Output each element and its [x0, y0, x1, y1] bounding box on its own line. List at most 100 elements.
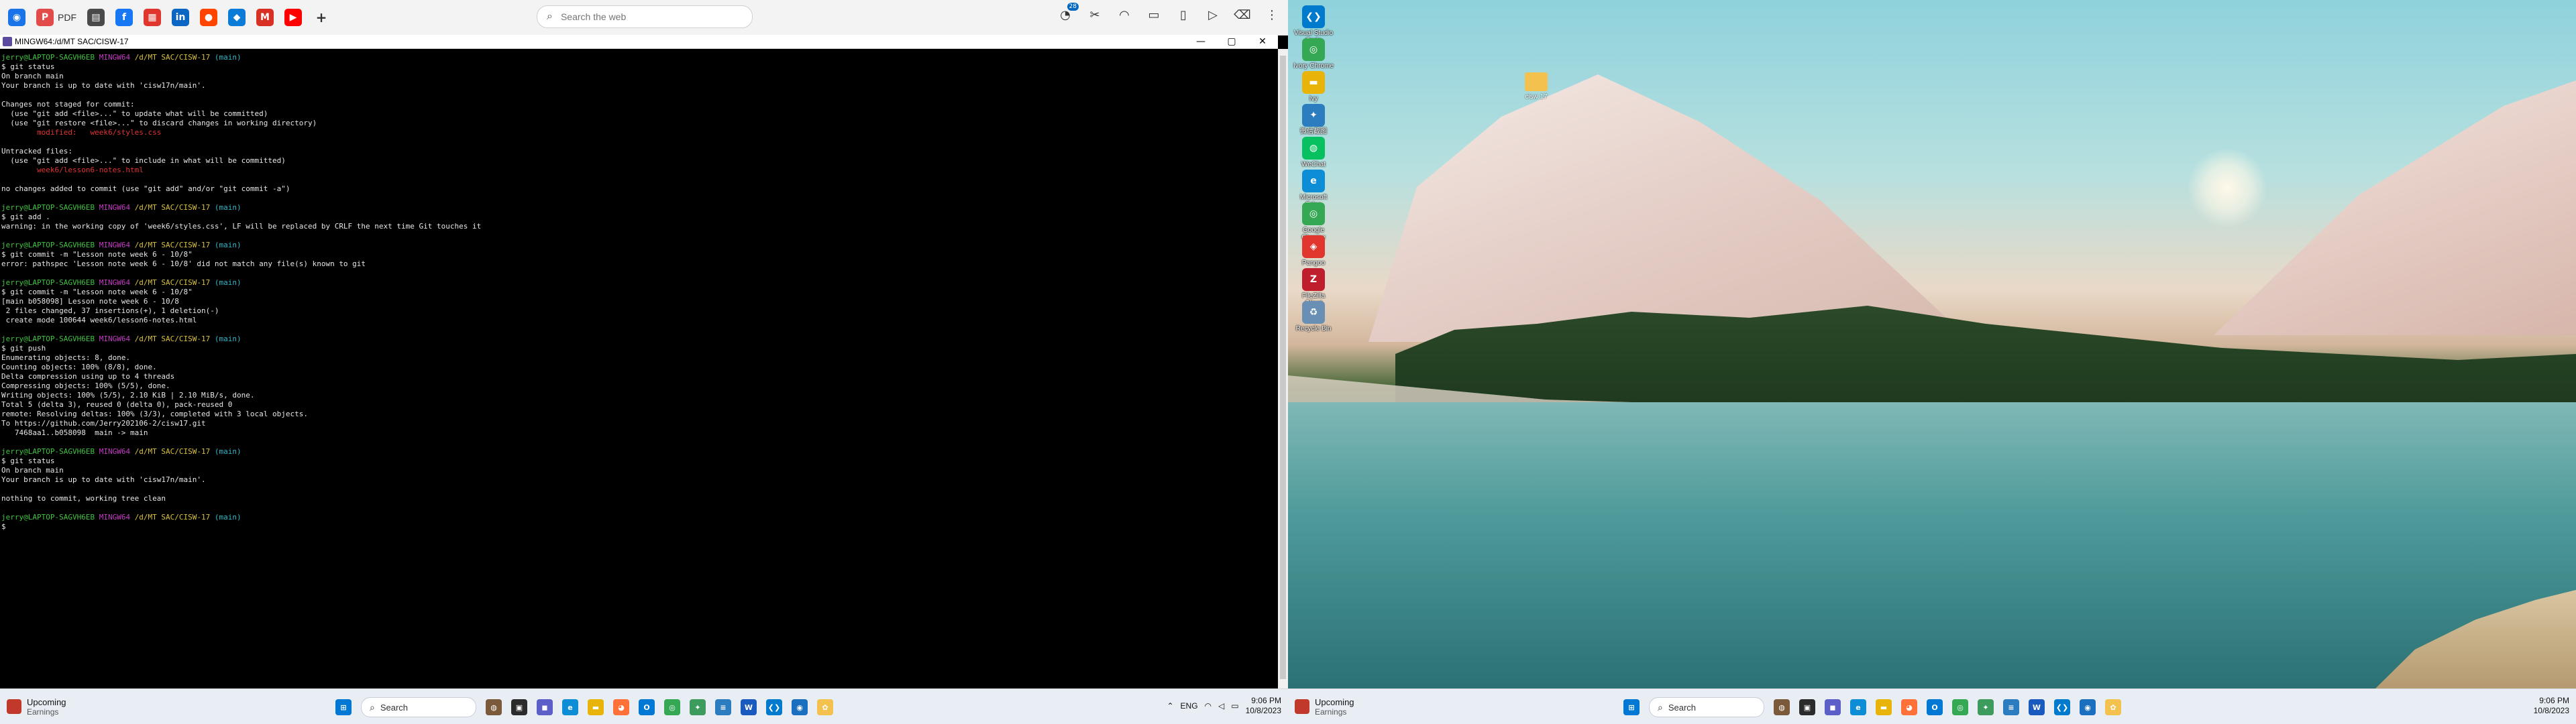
sidebar-icon[interactable]: ▤ — [87, 9, 105, 26]
taskview-icon[interactable]: ▣ — [1799, 699, 1815, 715]
desktop-icon-label: Recycle Bin — [1295, 325, 1332, 333]
cat-icon[interactable]: ◍ — [1774, 699, 1790, 715]
youtube-icon[interactable]: ▶ — [284, 9, 302, 26]
word-icon[interactable]: W — [2029, 699, 2045, 715]
prompt-path: /d/MT SAC/CISW-17 — [134, 335, 211, 343]
language-indicator[interactable]: ENG — [1181, 701, 1198, 711]
edge-icon[interactable]: e — [562, 699, 578, 715]
vscode-icon[interactable]: ❮❯ — [2054, 699, 2070, 715]
explorer-icon[interactable]: ▬ — [588, 699, 604, 715]
prompt-user: jerry@LAPTOP-SAGVH6EB — [1, 53, 95, 62]
explorer-icon[interactable]: ▬ — [1876, 699, 1892, 715]
pdf-label[interactable]: PDF — [58, 12, 76, 23]
document-icon[interactable]: ▯ — [1175, 7, 1191, 23]
chrome-icon[interactable]: ◎ — [664, 699, 680, 715]
terminal-line: Enumerating objects: 8, done. — [1, 353, 1277, 363]
minimize-button[interactable]: — — [1185, 35, 1216, 48]
terminal-titlebar[interactable]: MINGW64:/d/MT SAC/CISW-17 — ▢ ✕ — [0, 35, 1278, 49]
start-icon[interactable]: ⊞ — [1623, 699, 1640, 715]
news-icon[interactable]: ▦ — [144, 9, 161, 26]
outlook-icon[interactable]: O — [639, 699, 655, 715]
terminal-text: week6/lesson6-notes.html — [1, 166, 144, 174]
window-controls: — ▢ ✕ — [1185, 35, 1278, 48]
notepad-icon[interactable]: ≡ — [715, 699, 731, 715]
paint-icon[interactable]: ✿ — [2105, 699, 2121, 715]
teams-icon[interactable]: ◉ — [2080, 699, 2096, 715]
terminal-line: error: pathspec 'Lesson note week 6 - 10… — [1, 259, 1277, 269]
system-tray-right: 9:06 PM 10/8/2023 — [2534, 696, 2569, 716]
maximize-button[interactable]: ▢ — [1216, 35, 1247, 48]
trash-icon[interactable]: ⌫ — [1234, 7, 1250, 23]
edge-icon[interactable]: e — [1850, 699, 1866, 715]
desktop-icon-label: Ivory Chrome — [1293, 62, 1334, 70]
reddit-icon[interactable]: ● — [200, 9, 217, 26]
clock[interactable]: 9:06 PM 10/8/2023 — [1246, 696, 1281, 716]
facebook-icon[interactable]: f — [115, 9, 133, 26]
terminal-output[interactable]: jerry@LAPTOP-SAGVH6EB MINGW64 /d/MT SAC/… — [0, 49, 1278, 689]
linkedin-icon[interactable]: in — [172, 9, 189, 26]
prompt-shell: MINGW64 — [99, 335, 131, 343]
bird-icon[interactable]: ✦ — [690, 699, 706, 715]
prompt-shell: MINGW64 — [99, 447, 131, 456]
terminal-line: On branch main — [1, 466, 1277, 475]
terminal-scrollbar[interactable] — [1278, 49, 1288, 689]
paint-icon[interactable]: ✿ — [817, 699, 833, 715]
clock-right[interactable]: 9:06 PM 10/8/2023 — [2534, 696, 2569, 716]
scissors-icon[interactable]: ✂ — [1087, 7, 1103, 23]
chat-icon[interactable]: ◼ — [537, 699, 553, 715]
prompt-branch: (main) — [214, 203, 241, 212]
bird-icon[interactable]: ✦ — [1978, 699, 1994, 715]
taskbar-search[interactable]: ⌕ Search — [361, 697, 476, 717]
notification-icon[interactable]: ◔ 28 — [1057, 3, 1079, 23]
teams-icon[interactable]: ◉ — [792, 699, 808, 715]
scrollbar-thumb[interactable] — [1280, 56, 1286, 679]
wifi-icon[interactable]: ◠ — [1205, 701, 1212, 711]
battery-icon[interactable]: ▭ — [1231, 701, 1238, 711]
more-icon[interactable]: ⋮ — [1264, 7, 1280, 23]
weather-widget-right[interactable]: Upcoming Earnings — [1295, 697, 1429, 717]
outlook-icon[interactable]: O — [1927, 699, 1943, 715]
circle-app-icon[interactable]: ◉ — [8, 9, 25, 26]
app-icon: ▬ — [1302, 71, 1325, 94]
desktop-icon[interactable]: ◍ WeChat — [1293, 137, 1334, 168]
desktop-icon[interactable]: ♻ Recycle Bin — [1293, 301, 1334, 333]
prompt-path: /d/MT SAC/CISW-17 — [134, 447, 211, 456]
pdf-icon[interactable]: P — [36, 9, 54, 26]
desktop-folder[interactable]: cisw 17 — [1516, 72, 1556, 101]
notepad-icon[interactable]: ≡ — [2003, 699, 2019, 715]
prompt-path: /d/MT SAC/CISW-17 — [134, 203, 211, 212]
terminal-line: $ git push — [1, 344, 1277, 353]
weather-widget[interactable]: Upcoming Earnings — [7, 697, 141, 717]
desktop-icon[interactable]: ▬ Ivy — [1293, 71, 1334, 103]
terminal-line: $ — [1, 522, 1277, 532]
blue-app-icon[interactable]: ◆ — [228, 9, 246, 26]
taskview-icon[interactable]: ▣ — [511, 699, 527, 715]
terminal-text: modified: week6/styles.css — [1, 128, 162, 137]
chevron-up-icon[interactable]: ⌃ — [1167, 701, 1173, 711]
desktop-icon[interactable]: ◎ Ivory Chrome — [1293, 38, 1334, 70]
desktop-icon[interactable]: ✦ 微信截图 — [1293, 104, 1334, 135]
close-button[interactable]: ✕ — [1247, 35, 1278, 48]
prompt-user: jerry@LAPTOP-SAGVH6EB — [1, 241, 95, 249]
web-search-box[interactable]: ⌕ — [537, 5, 753, 28]
desktop-icon[interactable]: ◈ Pangoo — [1293, 235, 1334, 267]
terminal-text: (use "git restore <file>..." to discard … — [1, 119, 317, 127]
chrome-icon[interactable]: ◎ — [1952, 699, 1968, 715]
add-tab-icon[interactable]: + — [313, 9, 330, 26]
chat-icon[interactable]: ◼ — [1825, 699, 1841, 715]
volume-icon[interactable]: ◁ — [1218, 701, 1224, 711]
firefox-icon[interactable]: ◕ — [1901, 699, 1917, 715]
vscode-icon[interactable]: ❮❯ — [766, 699, 782, 715]
gmail-icon[interactable]: M — [256, 9, 274, 26]
start-icon[interactable]: ⊞ — [335, 699, 352, 715]
firefox-icon[interactable]: ◕ — [613, 699, 629, 715]
earnings-icon — [7, 699, 21, 714]
taskbar-search[interactable]: ⌕ Search — [1649, 697, 1764, 717]
video-icon[interactable]: ▭ — [1146, 7, 1162, 23]
web-search-input[interactable] — [559, 11, 723, 23]
play-icon[interactable]: ▷ — [1205, 7, 1221, 23]
cat-icon[interactable]: ◍ — [486, 699, 502, 715]
headset-icon[interactable]: ◠ — [1116, 7, 1132, 23]
word-icon[interactable]: W — [741, 699, 757, 715]
